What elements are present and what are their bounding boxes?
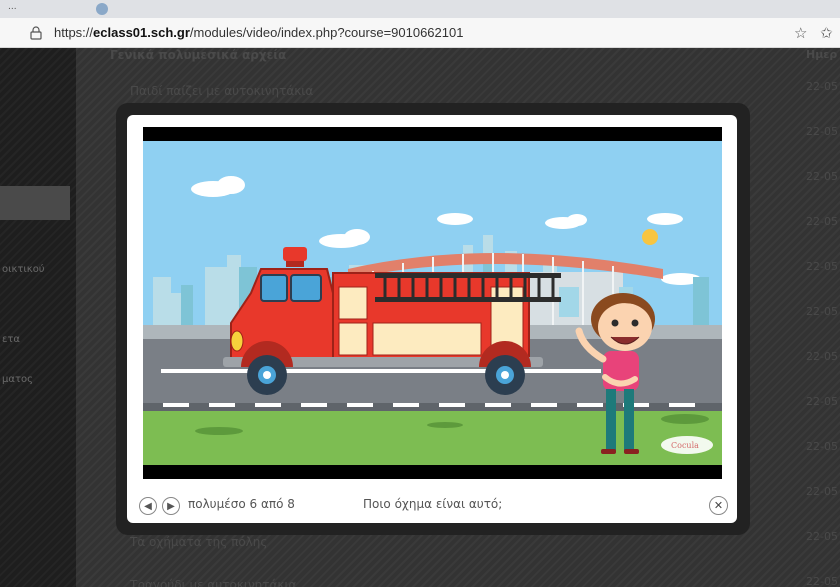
video-player[interactable]: Cocula bbox=[143, 127, 722, 479]
browser-tab-strip: ... bbox=[0, 0, 840, 18]
list-item-date: 22-05 bbox=[806, 530, 838, 543]
video-frame-illustration: Cocula bbox=[143, 127, 722, 479]
cocula-watermark: Cocula bbox=[661, 436, 713, 454]
list-item-date: 22-05 bbox=[806, 575, 838, 587]
url-text[interactable]: https://eclass01.sch.gr/modules/video/in… bbox=[54, 25, 463, 40]
url-prefix: https:// bbox=[54, 25, 94, 40]
favorites-icon[interactable]: ✩ bbox=[820, 24, 833, 42]
url-path: /modules/video/index.php?course=90106621… bbox=[189, 25, 464, 40]
tab-title[interactable]: ... bbox=[8, 2, 17, 12]
watermark-text: Cocula bbox=[671, 441, 699, 450]
list-item[interactable]: Τα οχήματα της πόλης bbox=[130, 535, 267, 549]
url-host: eclass01.sch.gr bbox=[93, 25, 190, 40]
list-item-date: 22-05 bbox=[806, 80, 838, 93]
lightbox-controls: ◀ ▶ πολυμέσο 6 από 8 Ποιο όχημα είναι αυ… bbox=[127, 489, 737, 523]
list-item-date: 22-05 bbox=[806, 125, 838, 138]
arrow-left-icon: ◀ bbox=[144, 500, 152, 512]
media-caption: Ποιο όχημα είναι αυτό; bbox=[363, 497, 503, 511]
close-icon: ✕ bbox=[713, 499, 724, 512]
list-item[interactable]: Παιδί παίζει με αυτοκινητάκια bbox=[130, 84, 313, 98]
list-item-date: 22-05 bbox=[806, 395, 838, 408]
sidebar-active-item[interactable] bbox=[0, 186, 70, 220]
close-button[interactable]: ✕ bbox=[709, 496, 728, 515]
list-item-date: 22-05 bbox=[806, 350, 838, 363]
arrow-right-icon: ▶ bbox=[167, 500, 175, 512]
sidebar-item-label[interactable]: ματος bbox=[2, 374, 33, 385]
section-heading: Γενικά πολυμεσικά αρχεία bbox=[110, 48, 287, 62]
list-item-date: 22-05 bbox=[806, 260, 838, 273]
sidebar-item-label[interactable]: ετα bbox=[2, 334, 20, 345]
media-counter: πολυμέσο 6 από 8 bbox=[188, 497, 295, 511]
list-item-date: 22-05 bbox=[806, 305, 838, 318]
media-lightbox: Cocula ◀ ▶ πολυμέσο 6 από 8 Ποιο όχημα ε… bbox=[127, 115, 737, 523]
list-item-date: 22-05 bbox=[806, 215, 838, 228]
tab-favicon-icon bbox=[96, 3, 108, 15]
list-item-date: 22-05 bbox=[806, 485, 838, 498]
lock-icon bbox=[30, 26, 42, 40]
next-button[interactable]: ▶ bbox=[162, 497, 180, 515]
reader-mode-icon[interactable]: ☆ bbox=[794, 24, 807, 42]
sidebar: οικτικού ετα ματος bbox=[0, 48, 76, 587]
date-column-header: Ημερ bbox=[806, 48, 838, 61]
list-item[interactable]: Τραγούδι με αυτοκινητάκια bbox=[130, 578, 296, 587]
list-item-date: 22-05 bbox=[806, 170, 838, 183]
prev-button[interactable]: ◀ bbox=[139, 497, 157, 515]
address-bar[interactable]: https://eclass01.sch.gr/modules/video/in… bbox=[0, 18, 840, 48]
sidebar-item-label[interactable]: οικτικού bbox=[2, 264, 45, 275]
list-item-date: 22-05 bbox=[806, 440, 838, 453]
